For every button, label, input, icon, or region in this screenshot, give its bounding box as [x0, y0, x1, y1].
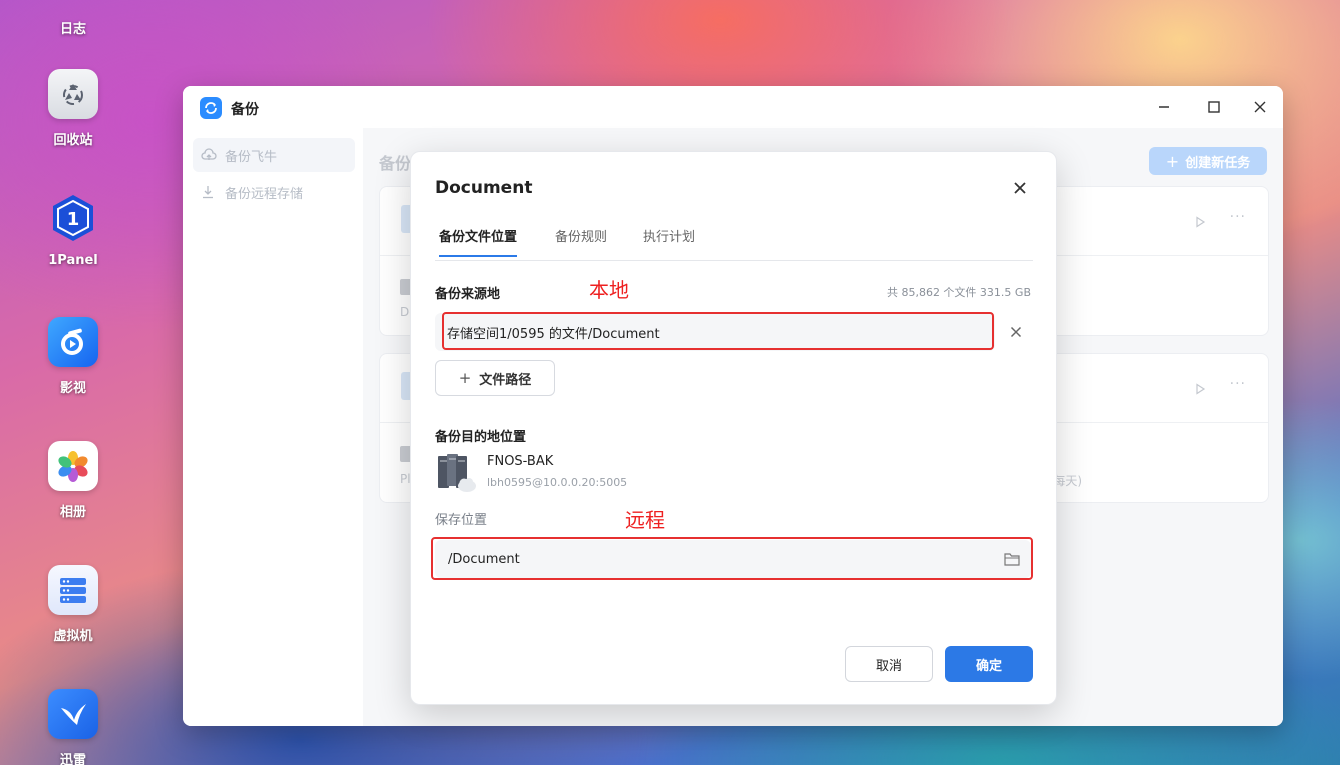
desktop-item-photos[interactable]: 相册 — [22, 441, 124, 520]
desktop-label: 虚拟机 — [53, 629, 93, 644]
desktop-label: 日志 — [59, 22, 86, 37]
plus-icon: + — [458, 369, 472, 387]
tab-backup-location[interactable]: 备份文件位置 — [439, 226, 518, 257]
sidebar: 备份飞牛 备份远程存储 — [183, 128, 363, 726]
sidebar-item-label: 备份飞牛 — [225, 149, 278, 165]
desktop-label: 回收站 — [53, 133, 93, 148]
more-icon[interactable]: ··· — [1230, 376, 1246, 392]
tab-backup-rules[interactable]: 备份规则 — [555, 226, 607, 255]
dialog-tabs: 备份文件位置 备份规则 执行计划 — [435, 224, 1033, 261]
xunlei-icon — [48, 689, 98, 739]
desktop-item-xunlei[interactable]: 迅雷 — [22, 689, 124, 765]
play-icon[interactable] — [1194, 213, 1206, 228]
annotation-box-local — [442, 312, 994, 350]
1panel-icon: 1 — [48, 193, 98, 243]
svg-text:1: 1 — [67, 209, 80, 230]
virtual-machine-icon — [48, 565, 98, 615]
annotation-remote: 远程 — [625, 508, 665, 532]
add-file-path-label: 文件路径 — [479, 372, 532, 388]
desktop-label: 影视 — [59, 381, 86, 396]
source-summary: 共 85,862 个文件 331.5 GB — [886, 286, 1031, 299]
desktop-item-virtual-machine[interactable]: 虚拟机 — [22, 565, 124, 644]
desktop-item-journal[interactable]: 日志 — [22, 0, 124, 37]
create-task-button[interactable]: + 创建新任务 — [1149, 147, 1267, 175]
destination-device-address: lbh0595@10.0.0.20:5005 — [487, 476, 628, 489]
sidebar-item-label: 备份远程存储 — [225, 186, 304, 202]
page-title: 备份 — [379, 154, 412, 173]
desktop-label: 迅雷 — [59, 753, 86, 765]
close-icon — [1010, 326, 1022, 338]
sidebar-item-backup-remote[interactable]: 备份远程存储 — [193, 175, 355, 209]
confirm-button[interactable]: 确定 — [945, 646, 1033, 682]
photos-icon — [48, 441, 98, 491]
clear-source-button[interactable] — [1008, 324, 1024, 340]
dialog-title: Document — [435, 178, 533, 198]
cancel-button[interactable]: 取消 — [845, 646, 933, 682]
desktop-item-video[interactable]: 影视 — [22, 317, 124, 396]
recycle-bin-icon — [48, 69, 98, 119]
maximize-button[interactable] — [1203, 96, 1225, 118]
task-schedule-text: 每天) — [1053, 474, 1082, 488]
desktop-item-1panel[interactable]: 1 1Panel — [22, 193, 124, 268]
source-section-label: 备份来源地 — [435, 287, 501, 302]
window-close-button[interactable] — [1249, 96, 1271, 118]
desktop-label: 相册 — [59, 505, 86, 520]
cloud-upload-icon — [201, 147, 217, 163]
video-icon — [48, 317, 98, 367]
backup-task-dialog: Document 备份文件位置 备份规则 执行计划 备份来源地 本地 共 85,… — [410, 151, 1057, 705]
more-icon[interactable]: ··· — [1230, 209, 1246, 225]
annotation-local: 本地 — [589, 278, 629, 302]
plus-icon: + — [1165, 151, 1180, 171]
minimize-button[interactable] — [1153, 96, 1175, 118]
add-file-path-button[interactable]: + 文件路径 — [435, 360, 555, 396]
destination-device-name: FNOS-BAK — [487, 454, 554, 469]
create-task-label: 创建新任务 — [1185, 155, 1251, 171]
desktop-item-recycle-bin[interactable]: 回收站 — [22, 69, 124, 148]
window-titlebar[interactable]: 备份 — [183, 86, 1283, 128]
desktop-label: 1Panel — [48, 253, 98, 268]
nas-server-icon — [437, 453, 477, 493]
destination-section-label: 备份目的地位置 — [435, 430, 527, 445]
journal-icon — [48, 0, 98, 8]
download-icon — [201, 184, 217, 200]
annotation-box-remote — [431, 537, 1033, 580]
close-icon — [1254, 101, 1266, 113]
sidebar-item-backup-fnos[interactable]: 备份飞牛 — [193, 138, 355, 172]
dialog-close-button[interactable] — [1011, 179, 1029, 197]
close-icon — [1014, 182, 1026, 194]
folder-icon[interactable] — [1004, 551, 1020, 566]
window-title: 备份 — [231, 102, 259, 118]
save-location-label: 保存位置 — [435, 513, 488, 528]
task-row-text: Pl — [400, 472, 411, 486]
backup-app-icon — [200, 97, 222, 119]
maximize-icon — [1208, 101, 1220, 113]
minimize-icon — [1159, 106, 1169, 108]
play-icon[interactable] — [1194, 380, 1206, 395]
tab-schedule[interactable]: 执行计划 — [643, 226, 695, 255]
